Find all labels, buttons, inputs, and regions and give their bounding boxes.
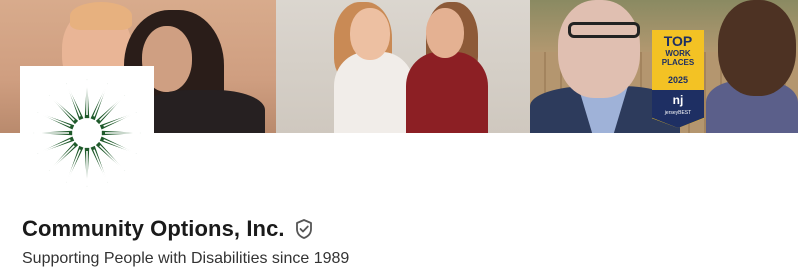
cover-photo-two-women: [276, 0, 530, 133]
company-logo[interactable]: [20, 66, 154, 200]
logo-ray-vein: [66, 83, 81, 117]
logo-ray-vein: [93, 83, 108, 117]
logo-center: [74, 120, 100, 146]
award-top: TOP: [663, 33, 693, 49]
logo-ray-vein: [103, 139, 137, 154]
top-workplaces-badge: TOP WORK PLACES 2025 nj jerseyBEST: [652, 30, 704, 128]
logo-ray-vein: [37, 112, 71, 127]
award-text: WORK PLACES: [661, 49, 695, 67]
logo-ray-vein: [37, 139, 71, 154]
award-year: 2025: [667, 75, 689, 85]
starburst-logo-icon: [33, 79, 141, 187]
profile-header: Community Options, Inc.: [22, 216, 314, 242]
award-sub: jerseyBEST: [664, 110, 692, 116]
cover-photo-award: TOP WORK PLACES 2025 nj jerseyBEST: [530, 0, 798, 133]
logo-ray-vein: [49, 95, 75, 121]
logo-ray-vein: [66, 149, 81, 183]
logo-ray-vein: [103, 112, 137, 127]
tagline: Supporting People with Disabilities sinc…: [22, 250, 350, 267]
logo-ray-vein: [99, 95, 125, 121]
logo-ray-vein: [99, 145, 125, 171]
logo-ray-vein: [49, 145, 75, 171]
organization-name: Community Options, Inc.: [22, 216, 285, 241]
logo-ray-vein: [93, 149, 108, 183]
award-nj: nj: [672, 93, 684, 107]
verified-shield-icon[interactable]: [294, 218, 314, 240]
